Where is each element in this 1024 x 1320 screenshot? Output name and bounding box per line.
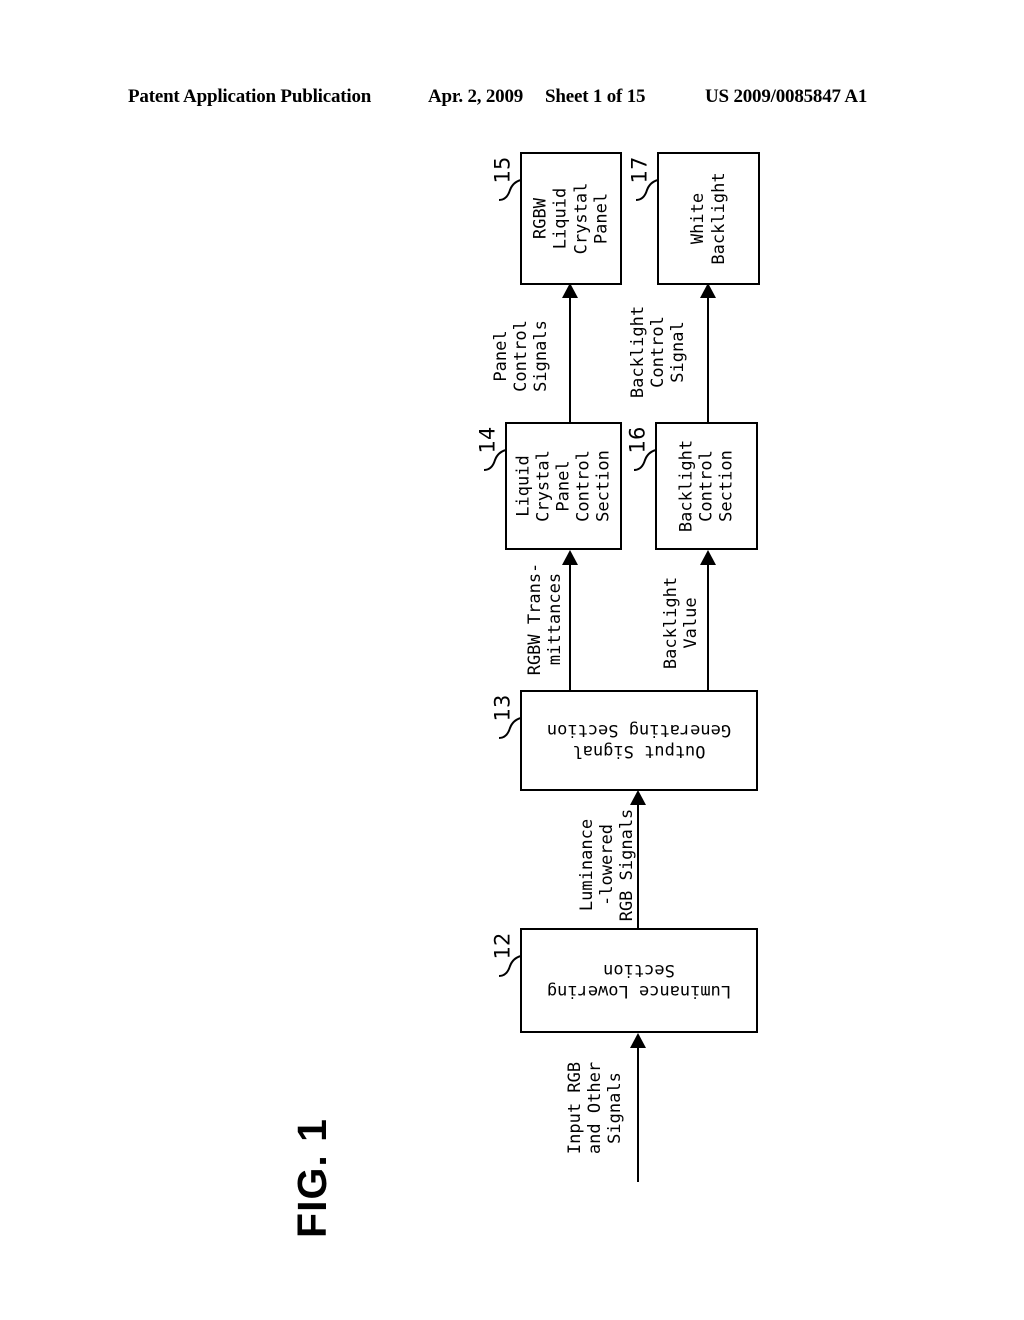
arrow-line-input-rgb-and-other-signals bbox=[637, 1045, 639, 1182]
node-white-backlight: White Backlight bbox=[657, 152, 760, 285]
node-label: Liquid Crystal Panel Control Section bbox=[513, 450, 614, 522]
leader-line-12 bbox=[498, 955, 522, 977]
node-label: RGBW Liquid Crystal Panel bbox=[530, 182, 612, 255]
edge-label-luminance-lowered-rgb-signals: Luminance -lowered RGB Signals bbox=[576, 808, 638, 922]
leader-line-14 bbox=[483, 449, 507, 471]
leader-line-17 bbox=[635, 179, 659, 201]
edge-label-panel-control-signals: Panel Control Signals bbox=[490, 320, 552, 392]
node-label: Backlight Control Section bbox=[676, 439, 737, 533]
leader-line-13 bbox=[498, 717, 522, 739]
leader-line-15 bbox=[498, 179, 522, 201]
leader-line-16 bbox=[633, 449, 657, 471]
block-diagram: RGBW Liquid Crystal Panel 15 White Backl… bbox=[0, 0, 1024, 1320]
arrow-head-backlight-control-signal bbox=[700, 283, 716, 298]
edge-label-backlight-value: Backlight Value bbox=[660, 576, 701, 670]
node-liquid-crystal-panel-control-section: Liquid Crystal Panel Control Section bbox=[505, 422, 622, 550]
arrow-line-backlight-value bbox=[707, 562, 709, 690]
node-output-signal-generating-section: Output Signal Generating Section bbox=[520, 690, 758, 791]
arrow-head-panel-control-signals bbox=[562, 283, 578, 298]
edge-label-input-rgb-and-other-signals: Input RGB and Other Signals bbox=[564, 1061, 626, 1155]
edge-label-backlight-control-signal: Backlight Control Signal bbox=[627, 305, 689, 399]
arrow-head-input-rgb-and-other-signals bbox=[630, 1033, 646, 1048]
node-label: Output Signal Generating Section bbox=[546, 720, 732, 761]
node-rgbw-liquid-crystal-panel: RGBW Liquid Crystal Panel bbox=[520, 152, 622, 285]
arrow-line-backlight-control-signal bbox=[707, 295, 709, 422]
node-backlight-control-section: Backlight Control Section bbox=[655, 422, 758, 550]
edge-label-rgbw-transmittances: RGBW Trans- mittances bbox=[524, 562, 565, 676]
arrow-line-panel-control-signals bbox=[569, 295, 571, 422]
node-label: White Backlight bbox=[688, 172, 729, 265]
